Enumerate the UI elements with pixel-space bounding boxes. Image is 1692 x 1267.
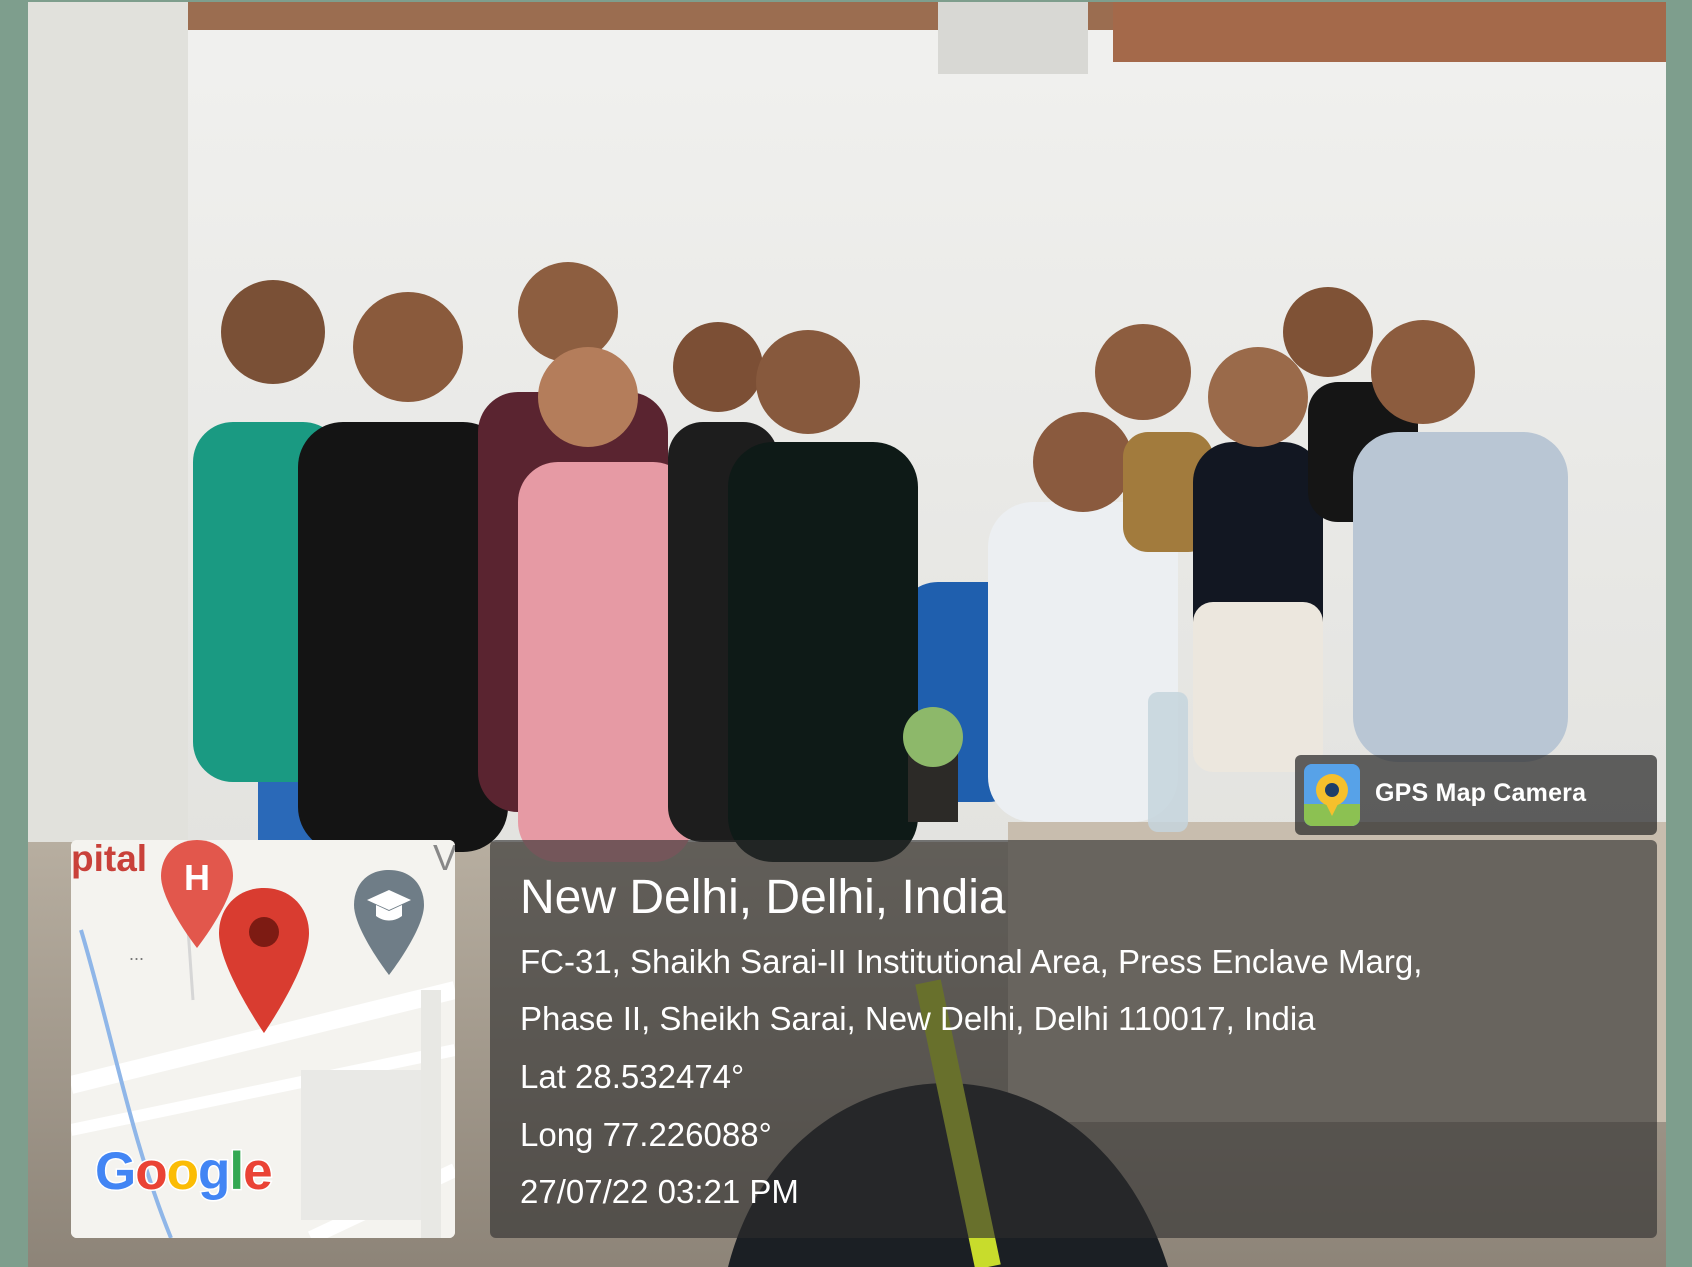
google-logo-letter: g [196, 1142, 231, 1201]
svg-text:...: ... [129, 944, 144, 964]
latitude: Lat 28.532474° [520, 1058, 745, 1095]
photo-frame: GPS Map Camera ... pital H V Google New … [28, 2, 1666, 1267]
google-logo-letter: o [165, 1142, 200, 1201]
address-line-1: FC-31, Shaikh Sarai-II Institutional Are… [520, 943, 1423, 980]
map-partial-label: V [433, 840, 455, 878]
address-line-2: Phase II, Sheikh Sarai, New Delhi, Delhi… [520, 1000, 1316, 1037]
gps-map-camera-badge: GPS Map Camera [1295, 755, 1657, 835]
map-thumbnail: ... pital H V Google [71, 840, 455, 1238]
location-info-card: New Delhi, Delhi, India FC-31, Shaikh Sa… [490, 840, 1657, 1238]
google-logo: Google [93, 1142, 275, 1201]
timestamp: 27/07/22 03:21 PM [520, 1173, 799, 1210]
svg-text:H: H [184, 857, 210, 898]
school-marker-icon [354, 870, 424, 975]
longitude: Long 77.226088° [520, 1116, 772, 1153]
map-poi-label: pital [71, 840, 148, 879]
gps-map-camera-icon [1304, 764, 1360, 826]
gps-map-camera-label: GPS Map Camera [1375, 779, 1587, 807]
google-logo-letter: o [134, 1142, 169, 1201]
google-logo-letter: l [228, 1142, 246, 1201]
location-title: New Delhi, Delhi, India [520, 871, 1006, 924]
google-logo-letter: e [242, 1142, 275, 1201]
google-logo-letter: G [93, 1142, 137, 1201]
location-pin-icon [219, 888, 309, 1033]
